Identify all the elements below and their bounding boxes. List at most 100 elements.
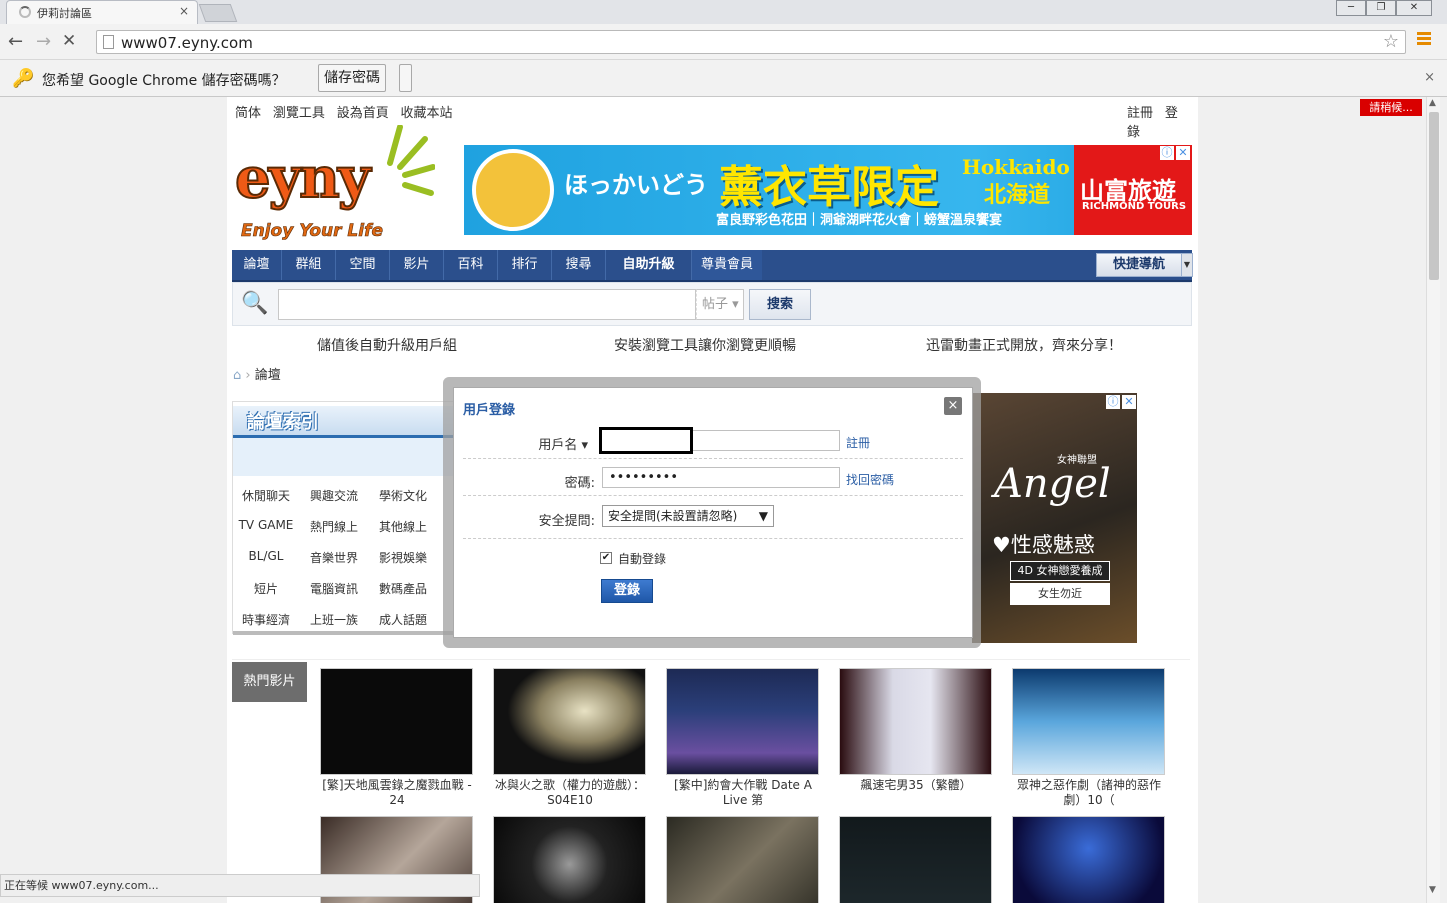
chrome-menu-icon[interactable] [1417,32,1431,46]
tab-title: 伊莉討論區 [37,7,92,20]
video-thumbnail[interactable] [839,668,992,775]
nav-vip[interactable]: 尊貴會員 [692,250,762,280]
nav-space[interactable]: 空間 [336,250,390,280]
forum-link[interactable]: TV GAME [231,518,301,532]
auto-login-checkbox[interactable]: ✔ [600,552,612,564]
scroll-down-icon[interactable]: ▼ [1429,885,1436,895]
login-button[interactable]: 登錄 [601,579,653,603]
username-label[interactable]: 用戶名 ▾ [458,434,588,453]
forum-link[interactable]: 熱門線上 [299,518,369,535]
home-icon[interactable]: ⌂ [233,368,241,383]
forum-link[interactable]: 電腦資訊 [299,580,369,597]
nav-forum[interactable]: 論壇 [232,250,282,280]
search-scope-value: 帖子 [702,297,729,312]
row-separator [463,495,963,496]
forum-link[interactable]: 其他線上 [368,518,438,535]
ad-close-icon[interactable]: ✕ [1122,395,1136,409]
adchoices-icon[interactable]: ⓘ [1106,395,1120,409]
browser-tab[interactable]: 伊莉討論區 × [6,0,198,24]
video-thumbnail[interactable] [493,668,646,775]
forum-panel-footer [233,631,458,635]
forum-link[interactable]: 興趣交流 [299,487,369,504]
new-tab-button[interactable] [198,4,238,22]
auto-login-label[interactable]: 自動登錄 [618,550,666,567]
link-browser-tools[interactable]: 瀏覽工具 [273,106,325,121]
promo-link-2[interactable]: 安裝瀏覽工具讓你瀏覽更順暢 [614,335,796,355]
register-link[interactable]: 註冊 [846,434,870,451]
hot-videos-label: 熱門影片 [232,662,307,702]
video-title[interactable]: [繁中]約會大作戰 Date A Live 第 [665,778,821,808]
link-simplified[interactable]: 简体 [235,106,261,121]
nav-wiki[interactable]: 百科 [444,250,498,280]
video-thumbnail[interactable] [666,668,819,775]
page-scrollbar[interactable]: ▲ ▼ [1426,97,1440,903]
quick-nav-button[interactable]: 快捷導航 ▼ [1096,253,1193,277]
forum-link[interactable]: 數碼產品 [368,580,438,597]
nav-ranking[interactable]: 排行 [498,250,552,280]
nav-self-upgrade[interactable]: 自助升級 [606,250,692,280]
nav-search[interactable]: 搜尋 [552,250,606,280]
forward-icon[interactable]: → [36,31,51,52]
save-password-options-button[interactable] [399,64,412,92]
forum-link[interactable]: 時事經濟 [231,611,301,628]
breadcrumb-forum[interactable]: 論壇 [255,368,281,383]
bookmark-star-icon[interactable]: ☆ [1383,31,1399,52]
video-title[interactable]: [繁]天地風雲錄之魔戮血戰 - 24 [319,778,475,808]
forum-link[interactable]: 短片 [231,580,301,597]
search-scope-select[interactable]: 帖子 ▾ [696,289,744,320]
video-title[interactable]: 冰與火之歌（權力的遊戲）：S04E10 [492,778,648,808]
promo-link-1[interactable]: 儲值後自動升級用戶組 [317,335,457,355]
scrollbar-thumb[interactable] [1429,112,1439,280]
banner-ad-hokkaido[interactable]: ほっかいどう 薰衣草限定 Hokkaido 北海道 富良野彩色花田｜洞爺湖畔花火… [464,145,1192,235]
forum-link[interactable]: 成人話題 [368,611,438,628]
minimize-icon[interactable]: ─ [1336,0,1366,16]
video-title[interactable]: 飆速宅男35（繁體） [838,778,994,793]
stop-loading-icon[interactable]: ✕ [62,31,76,51]
maximize-icon[interactable]: ❐ [1366,0,1396,16]
forum-link[interactable]: 休閒聊天 [231,487,301,504]
search-input[interactable] [278,289,696,320]
scroll-up-icon[interactable]: ▲ [1429,98,1436,108]
forum-link[interactable]: 學術文化 [368,487,438,504]
video-thumbnail[interactable] [1012,668,1165,775]
window-close-icon[interactable]: ✕ [1396,0,1432,16]
video-thumbnail[interactable] [839,816,992,903]
link-register[interactable]: 註冊 [1127,106,1153,121]
tab-close-icon[interactable]: × [179,4,189,18]
forum-link[interactable]: BL/GL [231,549,301,563]
forum-link[interactable]: 影視娛樂 [368,549,438,566]
eyny-logo[interactable]: eyny Enjoy Your Life [234,125,435,245]
infobar-close-icon[interactable]: × [1424,70,1435,85]
security-question-select[interactable]: 安全提問(未設置請忽略) ▼ [602,505,774,527]
forum-link[interactable]: 上班一族 [299,611,369,628]
password-input[interactable]: ••••••••• [602,467,840,488]
infobar-message: 您希望 Google Chrome 儲存密碼嗎？ [42,73,286,89]
save-password-button[interactable]: 儲存密碼 [318,64,386,92]
forum-index-panel: 論壇索引 休閒聊天 興趣交流 學術文化 TV GAME 熱門線上 其他線上 BL… [231,401,458,635]
url-text[interactable]: www07.eyny.com [121,34,253,52]
link-bookmark-site[interactable]: 收藏本站 [401,106,453,121]
login-modal: 用戶登錄 × 用戶名 ▾ 註冊 密碼: ••••••••• 找回密碼 安全提問:… [453,387,973,638]
modal-close-icon[interactable]: × [944,397,962,415]
side-ad-angel[interactable]: ⓘ ✕ 女神聯盟 Angel ♥性感魅惑 4D 女神戀愛養成 女生勿近 [972,393,1137,643]
video-thumbnail[interactable] [1012,816,1165,903]
forum-link[interactable]: 音樂世界 [299,549,369,566]
video-thumbnail[interactable] [320,668,473,775]
forgot-password-link[interactable]: 找回密碼 [846,471,894,488]
promo-link-3[interactable]: 迅雷動畫正式開放，齊來分享！ [926,335,1122,355]
search-button[interactable]: 搜索 [749,289,811,320]
page-icon [103,35,114,49]
adchoices-icon[interactable]: ⓘ [1160,146,1174,160]
video-title[interactable]: 眾神之惡作劇（諸神的惡作劇）10（ [1011,778,1167,808]
nav-groups[interactable]: 群組 [282,250,336,280]
video-thumbnail[interactable] [493,816,646,903]
chevron-down-icon[interactable]: ▼ [1181,253,1193,277]
side-ad-badge1: 4D 女神戀愛養成 [1010,561,1110,581]
username-input[interactable] [599,427,840,454]
back-icon[interactable]: ← [8,31,23,52]
nav-videos[interactable]: 影片 [390,250,444,280]
link-set-homepage[interactable]: 設為首頁 [337,106,389,121]
address-bar[interactable]: www07.eyny.com ☆ [96,30,1406,54]
video-thumbnail[interactable] [666,816,819,903]
ad-close-icon[interactable]: ✕ [1176,146,1190,160]
